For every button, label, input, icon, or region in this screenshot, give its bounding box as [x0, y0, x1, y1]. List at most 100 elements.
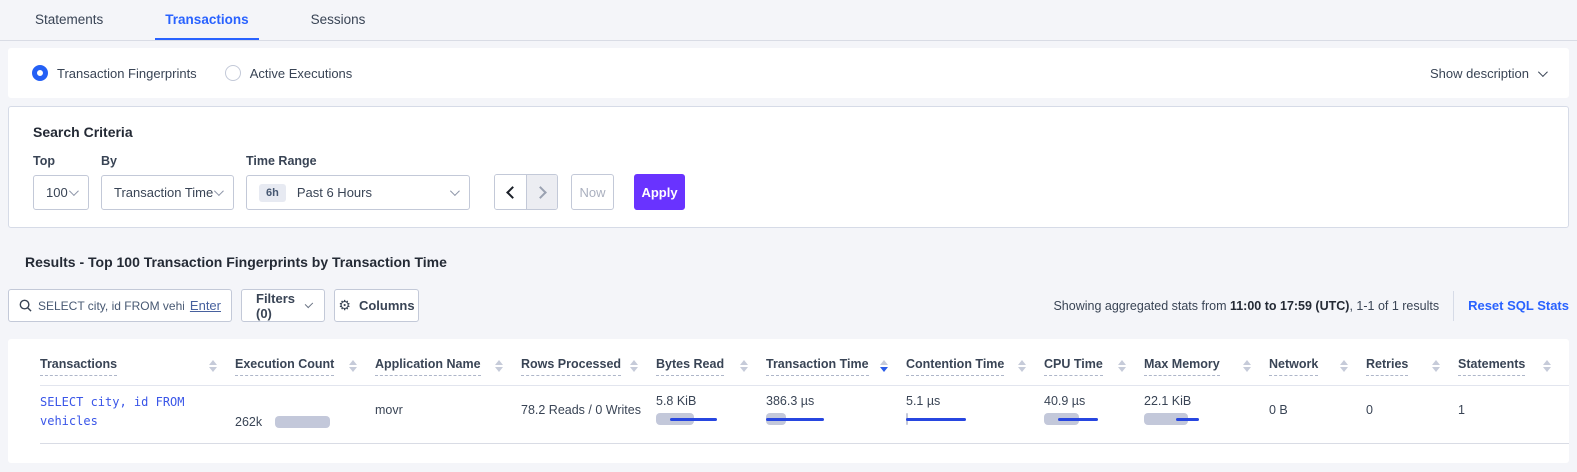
sort-icon: [495, 360, 503, 372]
column-header-contention-time[interactable]: Contention Time: [906, 339, 1044, 376]
column-header-retries[interactable]: Retries: [1366, 339, 1458, 376]
transaction-time-value: 386.3 µs: [766, 394, 892, 408]
cell-application-name: movr: [375, 386, 521, 443]
top-field: Top 100: [33, 154, 89, 210]
reset-sql-stats-link[interactable]: Reset SQL Stats: [1468, 298, 1569, 313]
sort-icon: [349, 360, 357, 372]
chevron-down-icon: [305, 300, 314, 309]
column-header-statements[interactable]: Statements: [1458, 339, 1569, 376]
columns-button[interactable]: ⚙ Columns: [334, 289, 419, 322]
bytes-read-bar-chart: [656, 413, 752, 426]
execution-count-bar: [275, 416, 330, 428]
tab-sessions[interactable]: Sessions: [301, 0, 376, 40]
tab-statements[interactable]: Statements: [25, 0, 113, 40]
time-range-label: Time Range: [246, 154, 482, 168]
column-header-execution-count[interactable]: Execution Count: [235, 339, 375, 376]
filters-button[interactable]: Filters (0): [241, 289, 325, 322]
radio-label: Transaction Fingerprints: [57, 66, 197, 81]
view-toggle-row: Transaction Fingerprints Active Executio…: [8, 48, 1569, 98]
top-select-value: 100: [46, 185, 68, 200]
time-nav-group: [494, 174, 558, 210]
top-label: Top: [33, 154, 89, 168]
cpu-time-bar-chart: [1044, 413, 1130, 426]
cell-contention-time: 5.1 µs: [906, 386, 1044, 443]
radio-transaction-fingerprints[interactable]: Transaction Fingerprints: [32, 65, 197, 81]
by-label: By: [101, 154, 234, 168]
column-header-bytes-read[interactable]: Bytes Read: [656, 339, 766, 376]
stats-range: 11:00 to 17:59 (UTC): [1230, 299, 1349, 313]
search-submit-enter[interactable]: Enter: [190, 298, 221, 313]
radio-unselected-icon: [225, 65, 241, 81]
execution-count-value: 262k: [235, 415, 262, 429]
aggregated-stats-text: Showing aggregated stats from 11:00 to 1…: [1053, 299, 1439, 313]
column-header-cpu-time[interactable]: CPU Time: [1044, 339, 1144, 376]
time-range-select[interactable]: 6h Past 6 Hours: [246, 175, 470, 210]
tab-transactions[interactable]: Transactions: [155, 0, 258, 40]
sort-icon: [630, 360, 638, 372]
column-header-application-name[interactable]: Application Name: [375, 339, 521, 376]
sort-icon: [1432, 360, 1440, 372]
cell-rows-processed: 78.2 Reads / 0 Writes: [521, 386, 656, 443]
cell-transaction-time: 386.3 µs: [766, 386, 906, 443]
sort-icon: [1340, 360, 1348, 372]
search-criteria-title: Search Criteria: [33, 124, 1544, 140]
radio-active-executions[interactable]: Active Executions: [225, 65, 353, 81]
apply-button[interactable]: Apply: [634, 174, 685, 210]
stats-suffix: , 1-1 of 1 results: [1349, 299, 1439, 313]
results-table: Transactions Execution Count Application…: [8, 339, 1569, 463]
chevron-down-icon: [214, 186, 224, 196]
column-header-rows-processed[interactable]: Rows Processed: [521, 339, 656, 376]
arrow-left-icon: [506, 186, 519, 199]
bytes-read-value: 5.8 KiB: [656, 394, 752, 408]
results-heading: Results - Top 100 Transaction Fingerprin…: [25, 254, 1577, 270]
column-header-transactions[interactable]: Transactions: [40, 339, 235, 376]
chevron-down-icon: [1538, 67, 1548, 77]
cell-max-memory: 22.1 KiB: [1144, 386, 1269, 443]
column-header-transaction-time[interactable]: Transaction Time: [766, 339, 906, 376]
sort-icon: [740, 360, 748, 372]
by-select-value: Transaction Time: [114, 185, 213, 200]
sort-desc-icon: [880, 360, 888, 372]
contention-time-bar-chart: [906, 413, 1030, 426]
time-range-value: Past 6 Hours: [297, 185, 372, 200]
search-input[interactable]: [38, 299, 184, 313]
cell-transaction: SELECT city, id FROM vehicles: [40, 386, 235, 443]
cpu-time-value: 40.9 µs: [1044, 394, 1130, 408]
table-header-row: Transactions Execution Count Application…: [40, 339, 1569, 386]
time-prev-button[interactable]: [495, 175, 526, 209]
chevron-down-icon: [69, 186, 79, 196]
cell-execution-count: 262k: [235, 386, 375, 443]
table-row: SELECT city, id FROM vehicles 262k movr …: [40, 386, 1569, 444]
search-icon: [19, 299, 32, 312]
cell-network: 0 B: [1269, 386, 1366, 443]
gear-icon: ⚙: [338, 297, 351, 314]
arrow-right-icon: [534, 186, 547, 199]
transaction-fingerprint-link[interactable]: SELECT city, id FROM vehicles: [40, 386, 221, 430]
search-criteria-form: Top 100 By Transaction Time Time Range 6…: [33, 154, 1544, 210]
sort-icon: [1243, 360, 1251, 372]
now-button[interactable]: Now: [571, 174, 614, 210]
vertical-divider: [1453, 291, 1454, 321]
radio-selected-icon: [32, 65, 48, 81]
cell-retries: 0: [1366, 386, 1458, 443]
column-header-network[interactable]: Network: [1269, 339, 1366, 376]
sql-search-box[interactable]: Enter: [8, 289, 232, 322]
transaction-time-bar-chart: [766, 413, 892, 426]
columns-label: Columns: [359, 298, 415, 313]
show-description-toggle[interactable]: Show description: [1430, 66, 1545, 81]
time-range-field: Time Range 6h Past 6 Hours: [246, 154, 482, 210]
by-select[interactable]: Transaction Time: [101, 175, 234, 210]
stats-prefix: Showing aggregated stats from: [1053, 299, 1230, 313]
stats-area: Showing aggregated stats from 11:00 to 1…: [1053, 291, 1569, 321]
cell-statements: 1: [1458, 386, 1569, 443]
column-header-max-memory[interactable]: Max Memory: [1144, 339, 1269, 376]
sort-icon: [1118, 360, 1126, 372]
time-next-button[interactable]: [526, 175, 557, 209]
sort-icon: [209, 360, 217, 372]
chevron-down-icon: [450, 186, 460, 196]
top-select[interactable]: 100: [33, 175, 89, 210]
contention-time-value: 5.1 µs: [906, 394, 1030, 408]
radio-label: Active Executions: [250, 66, 353, 81]
cell-cpu-time: 40.9 µs: [1044, 386, 1144, 443]
max-memory-value: 22.1 KiB: [1144, 394, 1255, 408]
